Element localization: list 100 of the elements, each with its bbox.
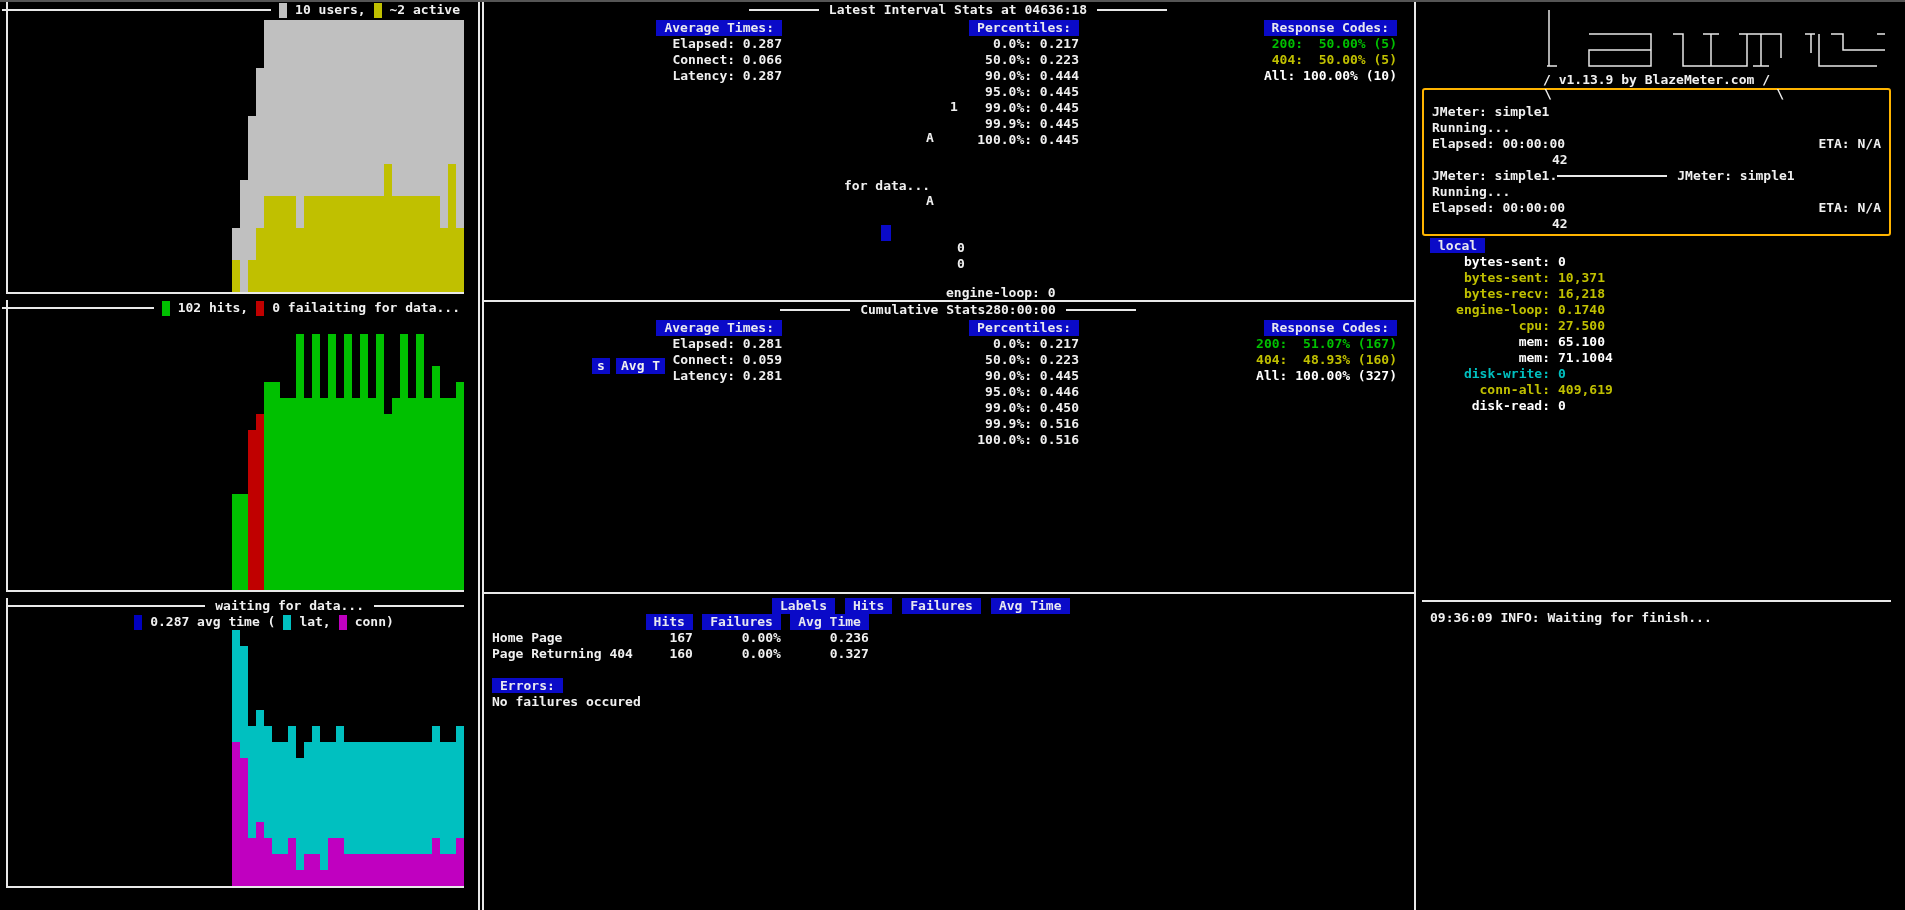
table-cell: Page Returning 404 <box>492 646 633 662</box>
eta-text: ETA: N/A <box>1818 136 1881 152</box>
stat-text: 99.9%: 0.516 <box>985 416 1079 432</box>
stray-text: A <box>926 130 934 146</box>
metric-value: 0 <box>1558 398 1567 414</box>
status-code-text: 200: 50.00% (5) <box>1271 36 1397 52</box>
stat-text: 100.0%: 0.516 <box>977 432 1079 448</box>
stat-text: 90.0%: 0.444 <box>985 68 1079 84</box>
panel-title: Latest Interval Stats at 04636:18 <box>828 2 1088 18</box>
stray-text: for data... <box>844 178 931 194</box>
metric-name: conn-all: <box>1478 382 1550 398</box>
executor-name: JMeter: simple1 <box>1677 168 1795 184</box>
metric-value: 65.100 <box>1558 334 1606 350</box>
stat-text: 0.0%: 0.217 <box>992 336 1079 352</box>
column-tab[interactable]: Hits <box>844 598 893 614</box>
stat-text: Elapsed: 0.281 <box>672 336 782 352</box>
stat-text: 50.0%: 0.223 <box>985 52 1079 68</box>
metric-value: 10,371 <box>1558 270 1606 286</box>
elapsed-text: Elapsed: 00:00:00 <box>1432 200 1566 216</box>
table-cell: 0.00% <box>692 646 781 662</box>
executor-state: Running... <box>1432 184 1512 200</box>
metric-value: 409,619 <box>1558 382 1613 398</box>
stat-text: Connect: 0.066 <box>672 52 782 68</box>
executor-state: Running... <box>1432 120 1512 136</box>
section-heading: local <box>1430 238 1486 253</box>
version-text: / v1.13.9 by BlazeMeter.com / <box>1543 72 1770 88</box>
column-header[interactable]: Avg Time <box>790 614 869 630</box>
column-header[interactable]: Hits <box>645 614 693 630</box>
stray-text: 0 <box>957 256 965 272</box>
section-heading: Percentiles: <box>969 320 1079 336</box>
stray-text: engine-loop: 0 <box>946 285 1056 301</box>
stat-text: 50.0%: 0.223 <box>985 352 1079 368</box>
column-tab[interactable]: Labels <box>772 598 835 614</box>
table-cell: 160 <box>632 646 693 662</box>
stray-text: 0 <box>957 240 965 256</box>
count-text: 42 <box>1551 216 1569 232</box>
stat-text: Latency: 0.281 <box>672 368 782 384</box>
column-header[interactable]: Failures <box>702 614 781 630</box>
table-cell: 167 <box>632 630 693 646</box>
section-heading: Average Times: <box>656 320 782 336</box>
stat-text: Elapsed: 0.287 <box>672 36 782 52</box>
metric-name: mem: <box>1517 350 1550 366</box>
stat-text: 99.9%: 0.445 <box>985 116 1079 132</box>
metric-value: 71.1004 <box>1558 350 1613 366</box>
metric-value: 16,218 <box>1558 286 1606 302</box>
metric-name: mem: <box>1517 334 1550 350</box>
status-code-text: All: 100.00% (327) <box>1256 368 1397 384</box>
cursor-block <box>881 225 891 241</box>
eta-text: ETA: N/A <box>1818 200 1881 216</box>
count-text: 42 <box>1551 152 1569 168</box>
logo-mark: \ <box>1544 86 1552 102</box>
metric-name: engine-loop: <box>1455 302 1550 318</box>
stat-text: 90.0%: 0.445 <box>985 368 1079 384</box>
stat-text: 100.0%: 0.445 <box>977 132 1079 148</box>
executor-name: JMeter: simple1 <box>1432 104 1550 120</box>
logo-mark: \ <box>1776 86 1784 102</box>
executor-name: JMeter: simple1. <box>1432 168 1558 184</box>
metric-name: cpu: <box>1517 318 1550 334</box>
metric-value: 0 <box>1558 254 1567 270</box>
legend-label: 0 failaiting for data... <box>272 300 460 316</box>
stat-text: 0.0%: 0.217 <box>992 36 1079 52</box>
column-tab[interactable]: Avg Time <box>990 598 1070 614</box>
stray-text: 1 <box>950 99 958 115</box>
stat-text: Connect: 0.059 <box>672 352 782 368</box>
metric-name: bytes-sent: <box>1462 270 1550 286</box>
metric-value: 0 <box>1558 366 1567 382</box>
legend-label: lat, <box>299 614 331 630</box>
stat-text: 95.0%: 0.445 <box>985 84 1079 100</box>
legend-label: 10 users, <box>295 2 366 18</box>
stat-text: 95.0%: 0.446 <box>985 384 1079 400</box>
metric-value: 0.1740 <box>1558 302 1606 318</box>
section-heading: Average Times: <box>656 20 782 36</box>
legend-label: 0.287 avg time ( <box>150 614 276 630</box>
section-heading: Percentiles: <box>969 20 1079 36</box>
metric-name: bytes-recv: <box>1462 286 1550 302</box>
stray-text: A <box>926 193 934 209</box>
table-cell: 0.236 <box>780 630 869 646</box>
legend-label: conn) <box>354 614 394 630</box>
metric-name: bytes-sent: <box>1462 254 1550 270</box>
stray-label: s <box>592 358 610 374</box>
status-code-text: All: 100.00% (10) <box>1263 68 1397 84</box>
status-code-text: 404: 48.93% (160) <box>1256 352 1397 368</box>
metric-value: 27.500 <box>1558 318 1606 334</box>
table-cell-text: Home Page <box>492 630 564 646</box>
legend-label: ~2 active <box>389 2 460 18</box>
stat-text: 99.0%: 0.450 <box>985 400 1079 416</box>
section-heading: Errors: <box>492 678 563 693</box>
status-text: No failures occured <box>492 694 642 710</box>
elapsed-text: Elapsed: 00:00:00 <box>1432 136 1566 152</box>
metric-name: disk-write: <box>1462 366 1550 382</box>
section-heading: Response Codes: <box>1263 20 1397 36</box>
status-code-text: 404: 50.00% (5) <box>1271 52 1397 68</box>
table-cell: 0.00% <box>692 630 781 646</box>
metric-name: disk-read: <box>1470 398 1550 414</box>
panel-title: Cumulative Stats280:00:00 <box>860 302 1056 318</box>
stat-text: 99.0%: 0.445 <box>985 100 1079 116</box>
column-tab[interactable]: Failures <box>902 598 981 614</box>
table-cell: 0.327 <box>780 646 869 662</box>
stat-text: Latency: 0.287 <box>672 68 782 84</box>
legend-label: 102 hits, <box>177 300 249 316</box>
